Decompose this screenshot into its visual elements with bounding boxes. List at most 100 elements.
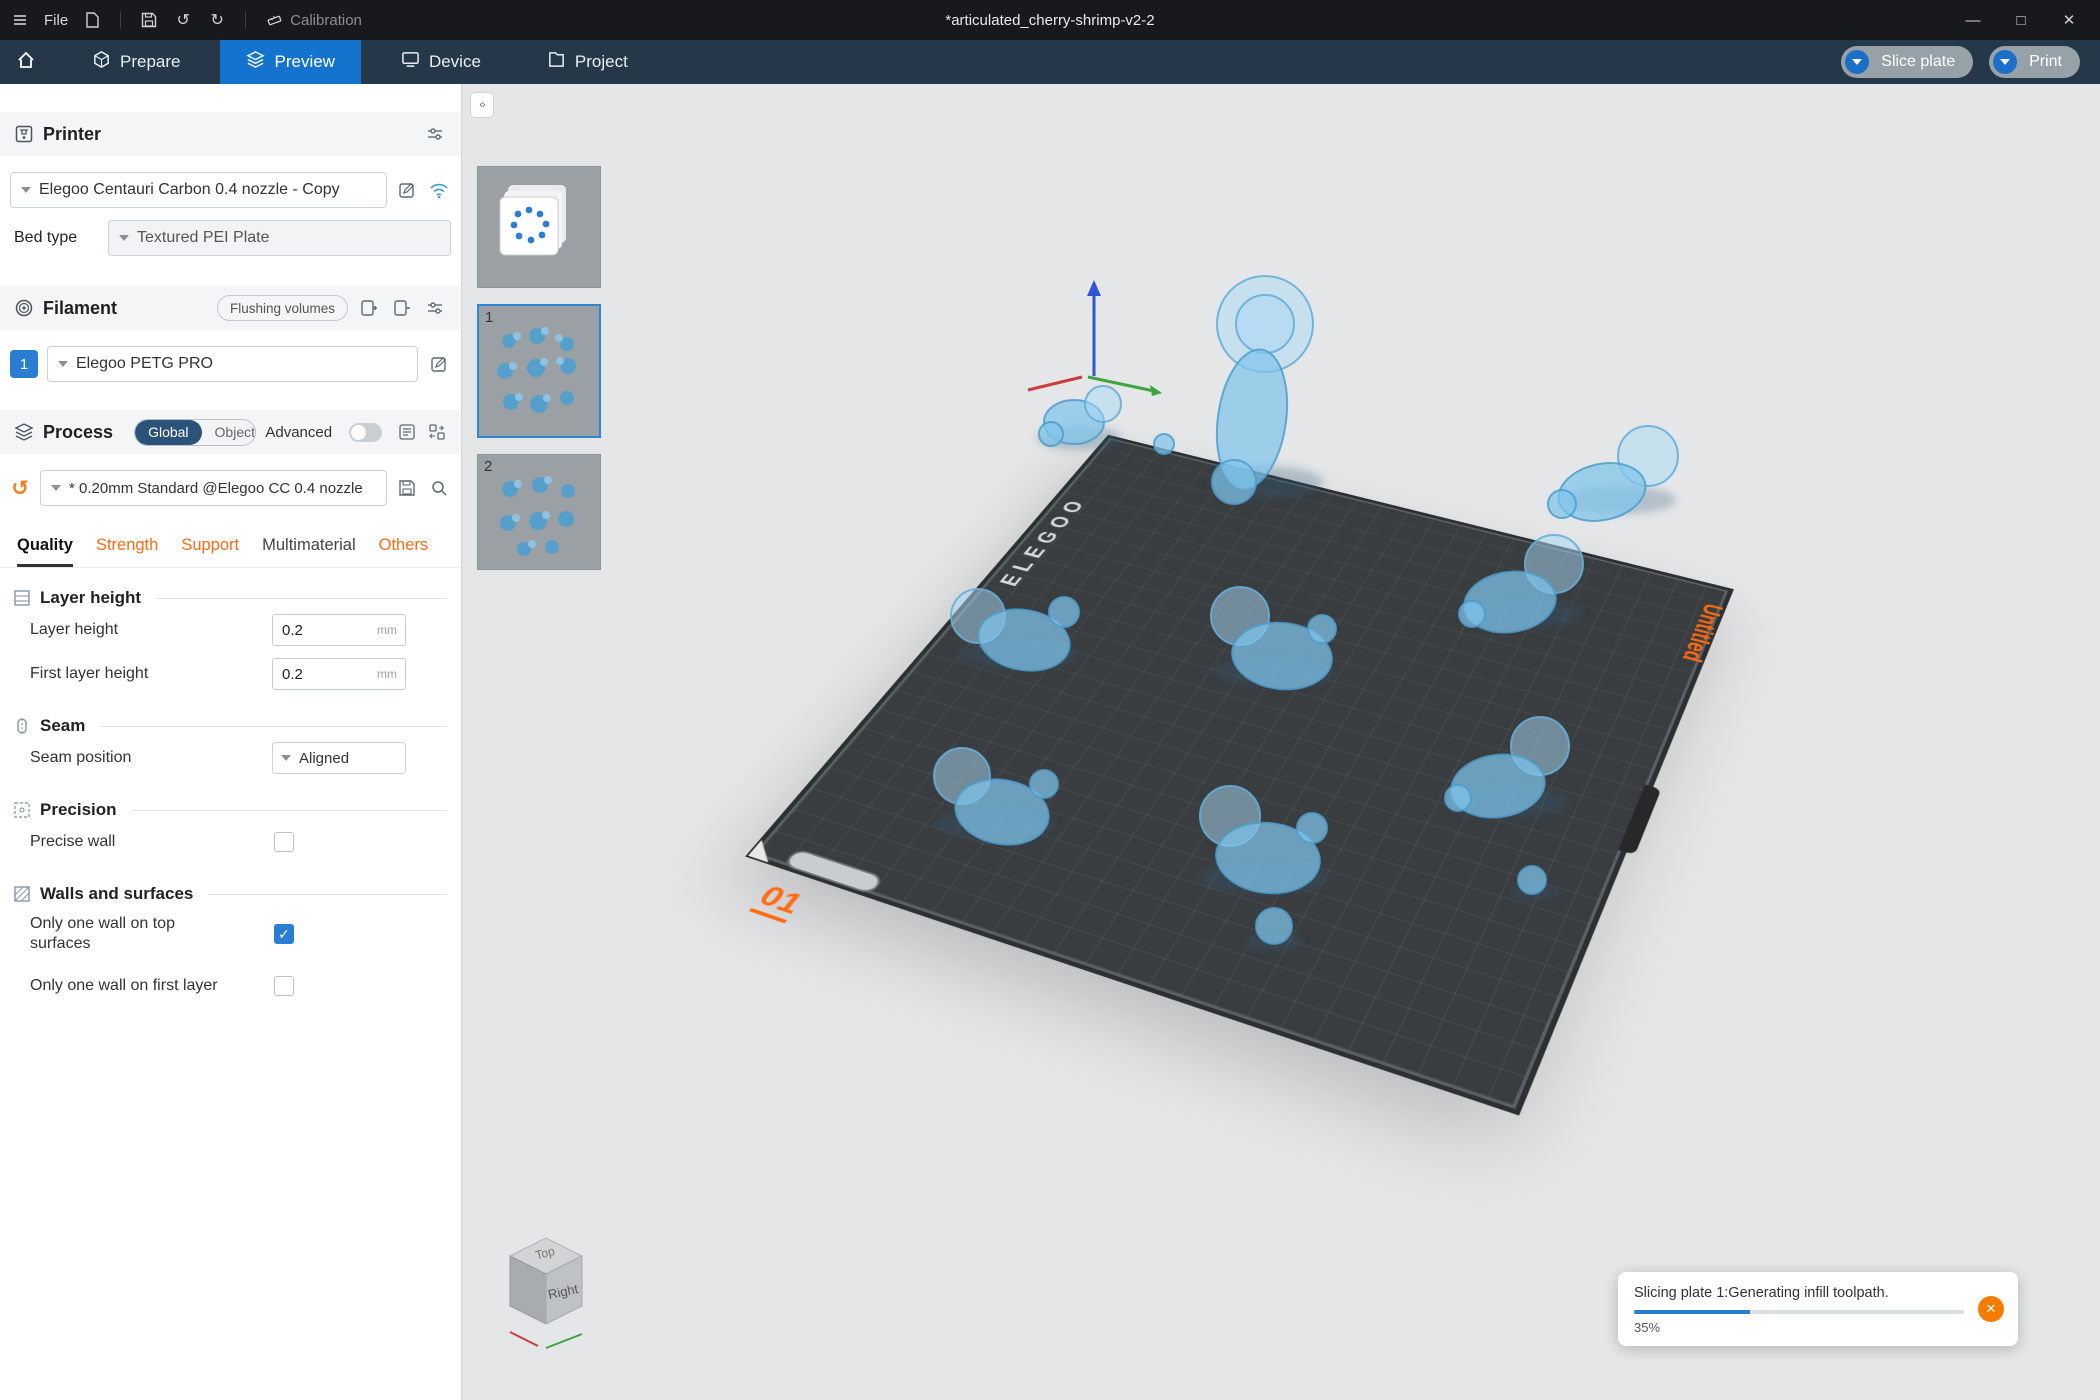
printer-preset-value: Elegoo Centauri Carbon 0.4 nozzle - Copy [39,181,340,199]
plate-number-label[interactable]: 01 [749,881,809,923]
seam-position-dropdown[interactable]: Aligned [272,742,406,774]
add-filament-icon[interactable] [357,296,381,320]
slicing-percent: 35% [1634,1320,1966,1335]
sidebar-collapse-button[interactable]: ‹› [470,92,494,118]
main-nav-bar: Prepare Preview Device Project Slice pla… [0,40,2100,84]
process-tabs: Quality Strength Support Multimaterial O… [0,526,461,568]
calibration-menu[interactable]: Calibration [264,10,362,30]
bed-type-dropdown[interactable]: Textured PEI Plate [108,220,451,256]
first-layer-height-input[interactable]: 0.2 mm [272,658,406,690]
slicing-message: Slicing plate 1:Generating infill toolpa… [1634,1285,1966,1301]
seam-icon [13,717,31,735]
save-preset-icon[interactable] [395,476,419,500]
chevron-down-icon [1852,59,1862,70]
precise-wall-checkbox[interactable]: ✓ [274,832,294,852]
one-wall-first-label: Only one wall on first layer [30,976,240,996]
plate-1-thumbnail[interactable]: 1 [477,304,601,438]
tab-preview[interactable]: Preview [220,40,360,84]
all-plates-thumbnail[interactable] [477,166,601,288]
flushing-volumes-button[interactable]: Flushing volumes [217,295,348,321]
device-icon [401,50,420,74]
edit-filament-icon[interactable] [427,352,451,376]
precision-icon [13,801,31,819]
print-button[interactable]: Print [1989,46,2080,78]
slicing-progress-bar [1634,1310,1964,1314]
tab-device[interactable]: Device [375,40,507,84]
cancel-slicing-button[interactable]: ✕ [1978,1296,2004,1322]
filament-icon [14,298,34,318]
tab-others[interactable]: Others [379,526,429,567]
viewport-canvas[interactable]: ‹› 1 [462,84,2100,1400]
wifi-icon[interactable] [427,178,451,202]
reset-preset-icon[interactable]: ↺ [8,476,32,501]
layer-height-input[interactable]: 0.2 mm [272,614,406,646]
print-options-dropdown[interactable] [1993,50,2017,74]
tab-quality[interactable]: Quality [17,526,73,567]
filament-settings-icon[interactable] [423,296,447,320]
process-preset-dropdown[interactable]: * 0.20mm Standard @Elegoo CC 0.4 nozzle [40,470,387,506]
plate-2-label: 2 [484,458,492,475]
filament-preset-value: Elegoo PETG PRO [76,355,213,373]
one-wall-first-checkbox[interactable]: ✓ [274,976,294,996]
one-wall-top-checkbox[interactable]: ✓ [274,924,294,944]
prepare-icon [92,50,111,74]
plate-corner-marker [748,840,781,862]
project-icon [547,50,566,74]
slicing-progress-fill [1634,1310,1750,1314]
tab-project[interactable]: Project [521,40,654,84]
minimize-button[interactable]: — [1952,5,1994,35]
process-icon [14,422,34,442]
model-cluster [1548,426,1678,529]
file-menu[interactable]: File [44,12,68,29]
layer-height-label: Layer height [30,620,240,640]
chevron-down-icon [58,361,68,372]
slice-plate-button[interactable]: Slice plate [1841,46,1973,78]
slice-options-dropdown[interactable] [1845,50,1869,74]
advanced-toggle[interactable] [349,423,382,442]
build-plate[interactable]: ELEGOO 01 Untitled [753,438,1728,1109]
tab-project-label: Project [575,52,628,72]
precision-section-header: Precision [13,800,447,820]
app-menu-icon[interactable] [10,10,30,30]
tab-prepare[interactable]: Prepare [66,40,206,84]
tab-multimaterial[interactable]: Multimaterial [262,526,356,567]
segment-objects[interactable]: Objects [202,420,257,445]
printer-settings-icon[interactable] [423,122,447,146]
seam-section-title: Seam [40,716,85,736]
filament-preset-dropdown[interactable]: Elegoo PETG PRO [47,346,418,382]
tab-strength[interactable]: Strength [96,526,158,567]
one-wall-top-label: Only one wall on top surfaces [30,914,220,954]
check-icon: ✓ [278,926,290,943]
close-button[interactable]: ✕ [2048,5,2090,35]
slicing-toast: Slicing plate 1:Generating infill toolpa… [1618,1272,2018,1346]
plate-1-preview [479,306,597,436]
process-section-header: Process Global Objects Advanced [0,410,461,454]
calibration-label: Calibration [290,12,362,29]
slice-plate-label: Slice plate [1881,53,1955,71]
tab-device-label: Device [429,52,481,72]
navigation-cube[interactable]: Top Right [498,1224,594,1364]
new-file-icon[interactable] [82,10,102,30]
compare-presets-icon[interactable] [426,420,447,444]
undo-icon[interactable]: ↺ [173,10,193,30]
bed-type-label: Bed type [14,229,98,247]
save-icon[interactable] [139,10,159,30]
filament-slot-badge[interactable]: 1 [10,350,38,378]
edit-printer-icon[interactable] [395,178,419,202]
first-layer-height-label: First layer height [30,664,240,684]
segment-global[interactable]: Global [135,420,201,445]
maximize-button[interactable]: □ [2000,5,2042,35]
remove-filament-icon[interactable] [390,296,414,320]
search-settings-icon[interactable] [427,476,451,500]
redo-icon[interactable]: ↻ [207,10,227,30]
first-layer-height-unit: mm [377,667,397,681]
home-button[interactable] [0,40,52,84]
plate-2-thumbnail[interactable]: 2 [477,454,601,570]
plate-name-label[interactable]: Untitled [1676,601,1729,665]
tab-support[interactable]: Support [181,526,239,567]
printer-preset-dropdown[interactable]: Elegoo Centauri Carbon 0.4 nozzle - Copy [10,172,387,208]
plate-list: 1 2 [477,166,603,586]
chevron-down-icon [281,755,291,766]
process-list-icon[interactable] [397,420,418,444]
print-label: Print [2029,53,2062,71]
